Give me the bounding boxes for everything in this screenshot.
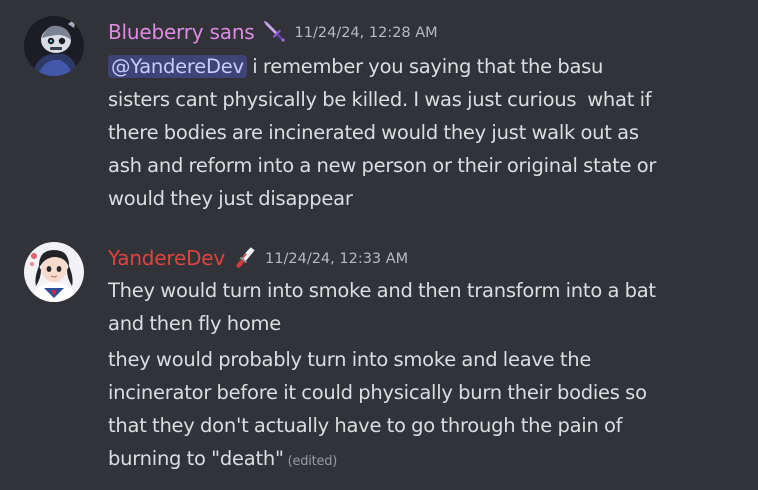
message-header: YandereDev 11/24/24, 12:33 AM <box>108 244 408 272</box>
message-text: They would turn into smoke and then tran… <box>108 279 656 302</box>
timestamp[interactable]: 11/24/24, 12:28 AM <box>295 25 438 41</box>
avatar-yanderedev[interactable] <box>24 242 84 302</box>
message-text: i remember you saying that the basu <box>246 55 604 78</box>
message-text: ash and reform into a new person or thei… <box>108 154 657 177</box>
edited-label[interactable]: (edited) <box>288 454 338 469</box>
message-content: they would probably turn into smoke and … <box>108 343 738 478</box>
message-header: Blueberry sans 11/24/24, 12:28 AM <box>108 18 438 46</box>
message-line: burning to "death" (edited) <box>108 442 738 478</box>
message-content: @YandereDev i remember you saying that t… <box>108 50 738 215</box>
message-text: that they don't actually have to go thro… <box>108 414 623 437</box>
message-line: @YandereDev i remember you saying that t… <box>108 50 738 83</box>
message-text: they would probably turn into smoke and … <box>108 348 592 371</box>
message-text: incinerator before it could physically b… <box>108 381 647 404</box>
message-text: there bodies are incinerated would they … <box>108 121 639 144</box>
message-text: and then fly home <box>108 312 281 335</box>
user-mention[interactable]: @YandereDev <box>108 55 247 78</box>
knife-icon[interactable] <box>231 244 259 272</box>
dagger-icon[interactable] <box>261 18 289 46</box>
message-text: burning to "death" <box>108 447 284 470</box>
username-blueberry[interactable]: Blueberry sans <box>108 20 255 44</box>
message-text: sisters cant physically be killed. I was… <box>108 88 652 111</box>
avatar-blueberry[interactable] <box>24 16 84 76</box>
message-text: would they just disappear <box>108 187 353 210</box>
username-yanderedev[interactable]: YandereDev <box>108 246 225 270</box>
chat-log: Blueberry sans 11/24/24, 12:28 AM @Yande… <box>0 0 758 490</box>
message-content: They would turn into smoke and then tran… <box>108 274 738 340</box>
timestamp[interactable]: 11/24/24, 12:33 AM <box>265 251 408 267</box>
